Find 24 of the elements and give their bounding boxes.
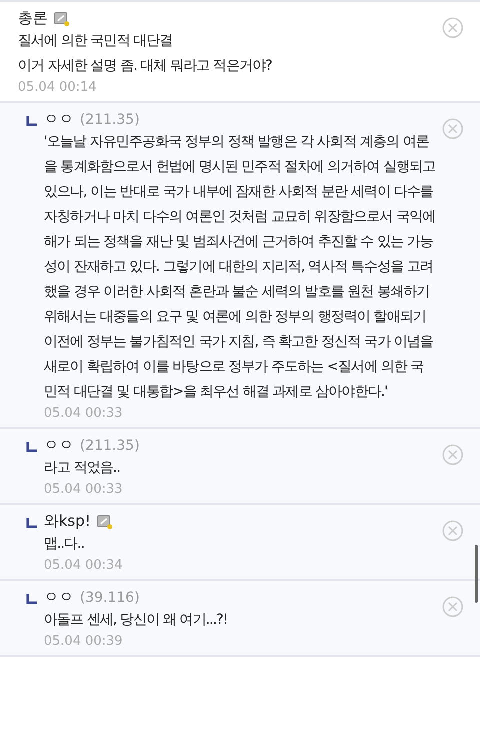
scrollbar[interactable] bbox=[475, 545, 478, 603]
close-icon[interactable] bbox=[442, 17, 464, 39]
timestamp: 05.04 00:39 bbox=[44, 634, 124, 649]
timestamp: 05.04 00:33 bbox=[44, 406, 124, 421]
author-name: ㅇㅇ bbox=[44, 110, 74, 129]
author-name: 총론 bbox=[18, 9, 48, 28]
close-icon[interactable] bbox=[442, 520, 464, 542]
close-icon[interactable] bbox=[442, 118, 464, 140]
ip-address: (39.116) bbox=[80, 590, 140, 606]
comment-text: 맵..다.. bbox=[44, 535, 86, 554]
author-name: 와ksp! bbox=[44, 512, 92, 531]
comment-text: '오늘날 자유민주공화국 정부의 정책 발행은 각 사회적 계층의 여론을 통계화함으로서 헌법에 명시된 민주적 절차에 의거하여 실행되고 있으나, 이는 반대로 국가 내부에 잠재한 사회적 분란 세력이 다수를 자칭하거나 마치 다수의 여론인 것처럼 교묘히 위장함으로서 국익에 해가 되는 정책을 재난 및 범죄사건에 근거하여 추진할 수 있는 가능성이 잔재하고 있다. 그렇기에 대한의 지리적, 역사적 특수성을 고려했을 경우 이러한 사회적 혼란과 불순 세력의 발호를 원천 봉쇄하기 위해서는 대중들의 요구 및 여론에 의한 정부의 행정력이 할애되기 이전에 정부는 불가침적인 국가 지침, 즉 확고한 정신적 국가 이념을 새로이 확립하여 이를 바탕으로 정부가 주도하는 <질서에 의한 국민적 대단결 및 대통합>을 최우선 해결 과제로 삼아야한다.' bbox=[44, 133, 436, 402]
comment-text: 아돌프 센세, 당신이 왜 여기...?! bbox=[44, 611, 229, 630]
close-icon[interactable] bbox=[442, 596, 464, 618]
close-icon[interactable] bbox=[442, 444, 464, 466]
ip-address: (211.35) bbox=[80, 438, 140, 454]
timestamp: 05.04 00:14 bbox=[18, 80, 98, 95]
comment-text: 질서에 의한 국민적 대단결 이거 자세한 설명 좀. 대체 뭐라고 적은거야? bbox=[18, 32, 274, 76]
ip-address: (211.35) bbox=[80, 112, 140, 128]
comment-text: 라고 적었음.. bbox=[44, 459, 122, 478]
author-name: ㅇㅇ bbox=[44, 588, 74, 607]
timestamp: 05.04 00:33 bbox=[44, 482, 124, 497]
author-name: ㅇㅇ bbox=[44, 436, 74, 455]
timestamp: 05.04 00:34 bbox=[44, 558, 124, 573]
